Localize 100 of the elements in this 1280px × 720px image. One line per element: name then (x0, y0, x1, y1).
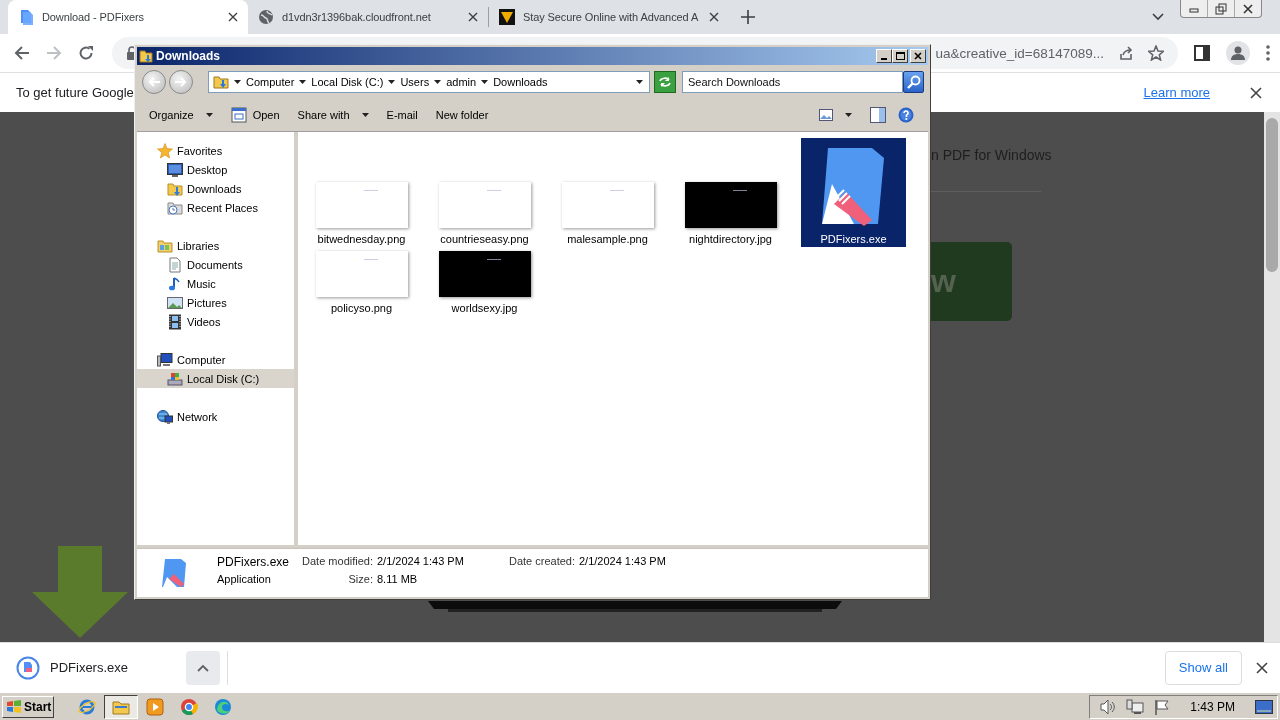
close-button[interactable] (910, 49, 926, 63)
share-icon[interactable] (1118, 45, 1134, 61)
toolbar-button[interactable]: Organize (145, 106, 217, 124)
close-icon[interactable] (228, 12, 238, 22)
network-icon[interactable] (1126, 698, 1145, 715)
star-icon (157, 142, 173, 159)
search-field[interactable]: Search Downloads (682, 71, 903, 93)
back-button[interactable] (142, 70, 166, 94)
star-icon[interactable] (1148, 45, 1164, 61)
caret-up-icon (197, 663, 209, 672)
media-player-icon[interactable] (146, 697, 164, 716)
detail-value: 2/1/2024 1:43 PM (579, 555, 667, 569)
close-icon[interactable] (468, 12, 478, 22)
browser-icon[interactable] (180, 697, 198, 716)
toolbar-button[interactable]: New folder (431, 106, 493, 124)
minimize-button[interactable] (876, 49, 892, 63)
nav-item[interactable]: Documents (137, 255, 294, 274)
flag-icon[interactable] (1154, 698, 1171, 715)
nav-item[interactable]: Network (137, 407, 294, 426)
toolbar-button[interactable]: Share with (293, 106, 373, 124)
nav-item[interactable]: Videos (137, 312, 294, 331)
file-icon (16, 655, 40, 680)
close-icon[interactable] (709, 12, 719, 22)
menu-icon[interactable] (1266, 45, 1270, 61)
show-desktop-icon[interactable] (1255, 698, 1273, 715)
show-all-button[interactable]: Show all (1164, 650, 1242, 685)
close-icon[interactable] (1256, 661, 1268, 674)
toolbar-button[interactable]: Open (226, 104, 284, 126)
reload-icon[interactable] (78, 45, 94, 61)
browser-tab[interactable]: d1vdn3r1396bak.cloudfront.net (248, 0, 488, 34)
browser-tab[interactable]: Download - PDFixers (8, 0, 248, 34)
breadcrumb-item[interactable]: admin (446, 76, 477, 88)
detail-value: 2/1/2024 1:43 PM (377, 555, 465, 569)
clock: 1:43 PM (1190, 699, 1235, 714)
dropdown-arrow-icon[interactable] (845, 113, 852, 117)
windows-flag-icon (6, 699, 22, 714)
dropdown-arrow-icon[interactable] (636, 80, 643, 84)
side-panel-icon[interactable] (1194, 45, 1210, 61)
nav-item[interactable]: Pictures (137, 293, 294, 312)
back-arrow-icon (148, 77, 160, 87)
breadcrumb-item[interactable]: Local Disk (C:) (311, 76, 384, 88)
maximize-icon (895, 52, 905, 60)
breadcrumb-item[interactable]: Computer (246, 76, 295, 88)
drive-icon (167, 370, 183, 387)
address-field[interactable]: Computer Local Disk (C:) Users admin Downloads (208, 71, 650, 93)
file-item[interactable]: policyso.png (309, 251, 414, 316)
info-message: To get future Google (16, 85, 134, 100)
refresh-arrows-icon (658, 76, 672, 88)
speaker-icon[interactable] (1098, 698, 1117, 715)
file-item[interactable]: worldsexy.jpg (432, 251, 537, 316)
close-icon (913, 52, 923, 60)
file-item[interactable]: malesample.png (555, 182, 660, 247)
close-icon[interactable] (1250, 86, 1262, 99)
search-button[interactable] (903, 71, 924, 93)
profile-icon[interactable] (1230, 45, 1246, 61)
nav-item[interactable]: Libraries (137, 236, 294, 255)
restore-icon[interactable] (1214, 2, 1228, 15)
dropdown-arrow-icon[interactable] (434, 80, 442, 84)
nav-item[interactable]: Music (137, 274, 294, 293)
nav-item[interactable]: Recent Places (137, 198, 294, 217)
dropdown-arrow-icon (361, 113, 369, 117)
file-item[interactable]: bitwednesday.png (309, 182, 414, 247)
learn-more-link[interactable]: Learn more (1143, 85, 1210, 100)
breadcrumb-item[interactable]: Users (400, 76, 430, 88)
close-icon[interactable] (1241, 2, 1255, 15)
folder-icon (167, 180, 183, 197)
dropdown-arrow-icon[interactable] (388, 80, 396, 84)
toolbar-button[interactable]: E-mail (382, 106, 422, 124)
preview-pane-icon[interactable] (870, 107, 886, 123)
file-item[interactable]: nightdirectory.jpg (678, 182, 783, 247)
nav-item[interactable]: Downloads (137, 179, 294, 198)
back-icon[interactable] (14, 45, 30, 61)
breadcrumb-item[interactable]: Downloads (493, 76, 548, 88)
detail-label: Date modified: (301, 555, 373, 569)
expand-button[interactable] (186, 650, 220, 685)
forward-button[interactable] (169, 70, 193, 94)
start-button[interactable]: Start (2, 695, 54, 718)
folder-icon (157, 237, 173, 254)
globe-icon (258, 9, 274, 25)
maximize-button[interactable] (892, 49, 908, 63)
nav-item[interactable]: Computer (137, 350, 294, 369)
dropdown-arrow-icon[interactable] (234, 80, 241, 84)
browser-tab[interactable]: Stay Secure Online with Advanced A (489, 0, 729, 34)
chevron-down-icon[interactable] (1152, 13, 1164, 21)
file-item[interactable]: countrieseasy.png (432, 182, 537, 247)
view-icon[interactable] (819, 109, 833, 121)
nav-item[interactable]: Local Disk (C:) (137, 369, 294, 388)
scroll-thumb[interactable] (1266, 118, 1278, 272)
search-icon (906, 75, 921, 89)
dropdown-arrow-icon[interactable] (299, 80, 307, 84)
network-globe-icon (157, 408, 173, 425)
nav-item[interactable]: Desktop (137, 160, 294, 179)
refresh-button[interactable] (654, 71, 676, 93)
new-tab-icon[interactable] (741, 10, 755, 24)
dropdown-arrow-icon (205, 113, 213, 117)
nav-item[interactable]: Favorites (137, 141, 294, 160)
dropdown-arrow-icon[interactable] (481, 80, 489, 84)
browser-icon[interactable] (78, 697, 96, 716)
help-icon[interactable] (898, 107, 914, 123)
file-item[interactable]: PDFixers.exe (801, 138, 906, 247)
